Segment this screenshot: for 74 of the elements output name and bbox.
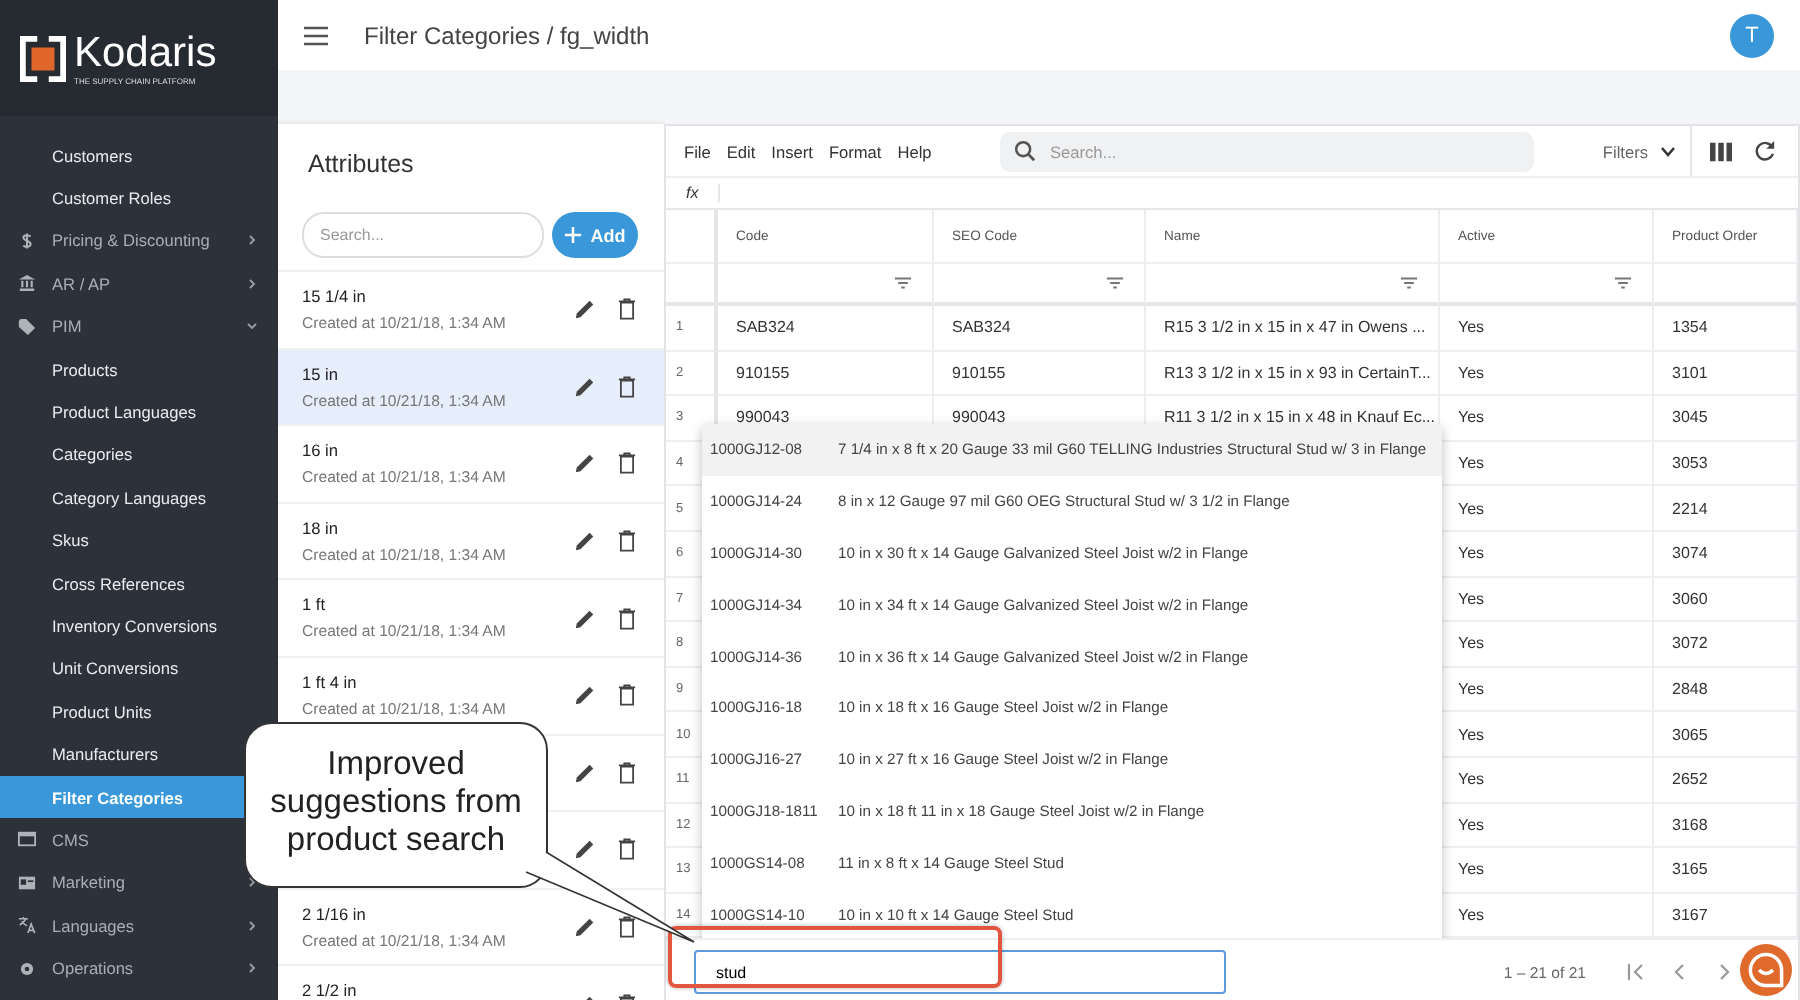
table-cell: 990043: [736, 408, 790, 427]
nav-item[interactable]: Category Languages: [0, 476, 278, 520]
table-cell: Yes: [1458, 680, 1485, 699]
table-cell: 3168: [1672, 815, 1708, 834]
table-cell: Yes: [1458, 634, 1485, 653]
table-cell: 2848: [1672, 680, 1708, 699]
nav-item[interactable]: AR / AP: [0, 262, 278, 306]
search-field[interactable]: Search...: [302, 212, 544, 258]
table-cell: 910155: [736, 363, 790, 382]
table-cell: Yes: [1458, 725, 1485, 744]
table-cell: 3065: [1672, 725, 1708, 744]
page-title: Filter Categories / fg_width: [364, 21, 652, 49]
attribute-name: 18 in: [302, 517, 340, 538]
table-cell: 3101: [1672, 363, 1708, 382]
table-cell: Yes: [1458, 499, 1485, 518]
formula-label: fx: [666, 184, 720, 202]
nav-item[interactable]: Customer Roles: [0, 176, 278, 220]
table-cell: 1354: [1672, 318, 1708, 337]
menu-item[interactable]: Help: [897, 141, 932, 161]
menu-item[interactable]: File: [684, 141, 711, 161]
nav-item[interactable]: Inventory Conversions: [0, 604, 278, 648]
table-cell: 990043: [952, 408, 1006, 427]
table-cell: Yes: [1458, 770, 1485, 789]
menu-item[interactable]: Format: [828, 141, 882, 161]
attribute-name: 15 1/4 in: [302, 286, 368, 306]
table-cell: Yes: [1458, 906, 1485, 925]
menu-item[interactable]: Insert: [771, 141, 813, 161]
table-cell: 3072: [1672, 634, 1708, 653]
nav-item[interactable]: Operations: [0, 946, 278, 990]
table-cell: Yes: [1458, 454, 1485, 473]
table-cell: 3060: [1672, 589, 1708, 608]
table-cell: 3165: [1672, 860, 1708, 879]
table-cell: SAB324: [952, 318, 1011, 337]
nav-item[interactable]: Categories: [0, 433, 278, 477]
nav-item[interactable]: Products: [0, 347, 278, 391]
attribute-name: 15 in: [302, 363, 340, 384]
nav-item[interactable]: Skus: [0, 519, 278, 562]
search-field[interactable]: Search...: [1000, 131, 1534, 171]
table-cell: R15 3 1/2 in x 15 in x 47 in Owens ...: [1164, 318, 1426, 337]
cell-editor[interactable]: stud: [694, 950, 1226, 994]
table-cell: SAB324: [736, 318, 795, 337]
attribute-name: 2 1/16 in: [302, 903, 368, 924]
table-cell: 910155: [952, 363, 1006, 382]
brand-name: Kodaris: [74, 31, 217, 75]
nav-item[interactable]: Languages: [0, 904, 278, 947]
table-cell: Yes: [1458, 318, 1485, 337]
attribute-name: 1 ft: [302, 594, 328, 615]
attribute-name: 2 1/2 in: [302, 980, 359, 1000]
table-cell: Yes: [1458, 815, 1485, 834]
panel-title: Attributes: [306, 148, 416, 182]
table-cell: R11 3 1/2 in x 15 in x 48 in Knauf Ec...: [1164, 408, 1435, 427]
table-cell: 2652: [1672, 770, 1708, 789]
nav-item[interactable]: Pricing & Discounting: [0, 219, 278, 263]
table-cell: Yes: [1458, 544, 1485, 563]
attribute-name: 16 in: [302, 440, 340, 461]
table-cell: Yes: [1458, 589, 1485, 608]
table-cell: Yes: [1458, 363, 1485, 382]
nav-item[interactable]: Customers: [0, 134, 278, 177]
table-cell: 3045: [1672, 408, 1708, 427]
nav-item[interactable]: Unit Conversions: [0, 647, 278, 691]
nav-item[interactable]: Product Languages: [0, 390, 278, 434]
table-cell: 2214: [1672, 499, 1708, 518]
table-cell: 3167: [1672, 906, 1708, 925]
table-cell: Yes: [1458, 408, 1485, 427]
menu-item[interactable]: Edit: [726, 141, 756, 161]
nav-item[interactable]: PIM: [0, 305, 278, 348]
table-cell: Yes: [1458, 860, 1485, 879]
attribute-name: 1 ft 4 in: [302, 671, 359, 692]
table-cell: R13 3 1/2 in x 15 in x 93 in CertainT...: [1164, 363, 1431, 382]
table-cell: 3053: [1672, 454, 1708, 473]
table-cell: 3074: [1672, 544, 1708, 563]
callout-tooltip: Improved suggestions from product search: [244, 722, 548, 888]
nav-item[interactable]: Cross References: [0, 561, 278, 605]
filters-dropdown[interactable]: Filters: [1602, 141, 1690, 161]
